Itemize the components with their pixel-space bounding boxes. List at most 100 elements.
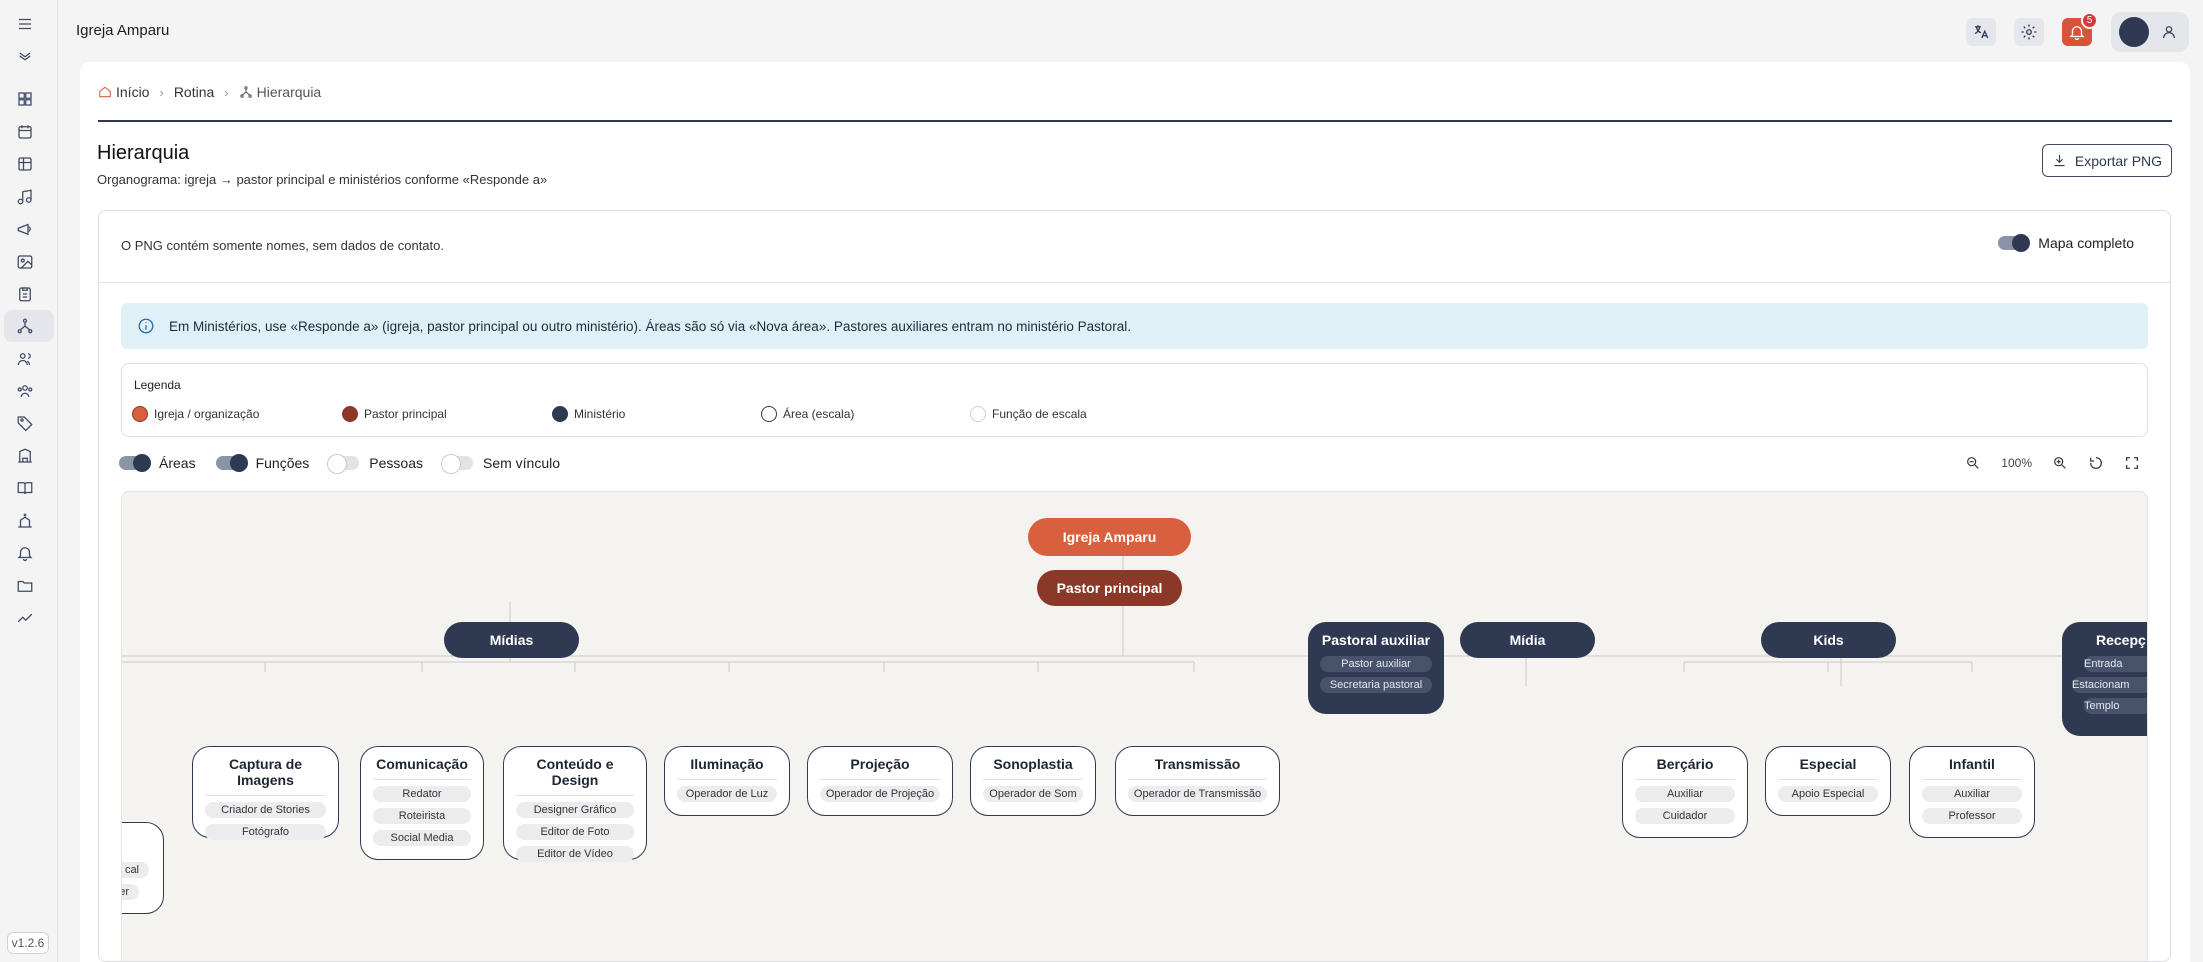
download-icon [2054, 154, 2065, 167]
legend-item-church: Igreja / organização [132, 406, 259, 422]
role-chip: Operador de Luz [677, 786, 777, 802]
hierarchy-icon[interactable] [15, 316, 35, 336]
chevron-right-icon: › [159, 84, 164, 100]
connector-lines [122, 545, 2147, 686]
role-chip: Designer Gráfico [516, 802, 634, 818]
area-node-especial[interactable]: Especial Apoio Especial [1765, 746, 1891, 816]
role-chip: Operador de Transmissão [1128, 786, 1267, 802]
topbar: Igreja Amparu 5 [58, 0, 2203, 62]
calendar-icon[interactable] [15, 122, 35, 142]
legend-item-role: Função de escala [970, 406, 1087, 422]
legend-item-area: Área (escala) [761, 406, 854, 422]
role-chip: Cuidador [1635, 808, 1735, 824]
hierarchy-card: O PNG contém somente nomes, sem dados de… [98, 210, 2171, 962]
notification-count-badge: 5 [2081, 12, 2098, 29]
legend-title: Legenda [134, 378, 181, 392]
page-title: Hierarquia [97, 142, 190, 164]
toggle-switch[interactable] [215, 454, 248, 472]
role-chip: Roteirista [373, 808, 471, 824]
building-icon[interactable] [15, 446, 35, 466]
legend-dot [970, 406, 986, 422]
table-icon[interactable] [15, 154, 35, 174]
legend-dot [552, 406, 568, 422]
area-node-conteudo[interactable]: Conteúdo e Design Designer Gráfico Edito… [503, 746, 647, 862]
home-icon [98, 85, 112, 99]
bell-icon[interactable] [15, 543, 35, 563]
legend: Legenda Igreja / organização Pastor prin… [121, 363, 2148, 437]
role-chip: Professor [1922, 808, 2022, 824]
role-chip: Operador de Som [983, 786, 1083, 802]
tag-icon[interactable] [15, 413, 35, 433]
user-menu[interactable] [2111, 12, 2189, 52]
area-node-captura[interactable]: Captura de Imagens Criador de Stories Fo… [192, 746, 339, 840]
user-icon [2163, 26, 2175, 39]
info-icon [138, 318, 154, 334]
role-chip: cal [122, 862, 149, 878]
area-node-comunicacao[interactable]: Comunicação Redator Roteirista Social Me… [360, 746, 484, 860]
megaphone-icon[interactable] [15, 219, 35, 239]
org-chart-canvas[interactable]: Igreja Amparu Pastor principal Mídias Pa… [121, 491, 2148, 961]
fullscreen-icon[interactable] [2124, 455, 2140, 471]
toggle-switch[interactable] [327, 454, 360, 474]
area-node-bercario[interactable]: Berçário Auxiliar Cuidador [1622, 746, 1748, 838]
image-icon[interactable] [15, 252, 35, 272]
church-icon[interactable] [15, 511, 35, 531]
role-chip: Templo [2084, 698, 2147, 714]
filter-areas[interactable]: Áreas [119, 454, 196, 472]
filters: Áreas Funções Pessoas Sem vínculo [119, 454, 580, 474]
zoom-controls: 100% [1965, 455, 2140, 471]
dashboard-icon[interactable] [15, 89, 35, 109]
ministry-node-pastoral[interactable]: Pastoral auxiliar Pastor auxiliar Secret… [1308, 622, 1444, 714]
folder-icon[interactable] [15, 576, 35, 596]
area-node-projecao[interactable]: Projeção Operador de Projeção [807, 746, 953, 816]
area-node-partial[interactable]: cal der [122, 822, 164, 914]
book-icon[interactable] [15, 478, 35, 498]
role-chip: Criador de Stories [205, 802, 326, 818]
breadcrumb-rotina[interactable]: Rotina [174, 84, 214, 100]
translate-button[interactable] [1966, 18, 1996, 46]
role-chip: Operador de Projeção [820, 786, 940, 802]
clipboard-icon[interactable] [15, 284, 35, 304]
export-png-button[interactable]: Exportar PNG [2042, 144, 2172, 177]
legend-dot [342, 406, 358, 422]
settings-button[interactable] [2014, 18, 2044, 46]
zoom-in-icon[interactable] [2052, 455, 2068, 471]
menu-icon[interactable] [15, 14, 35, 34]
org-node-pastor[interactable]: Pastor principal [1037, 570, 1182, 606]
area-node-iluminacao[interactable]: Iluminação Operador de Luz [664, 746, 790, 816]
ministry-node-recepcao[interactable]: Recepç Entrada Estacionam Templo [2062, 622, 2147, 736]
role-chip: Redator [373, 786, 471, 802]
filter-roles[interactable]: Funções [215, 454, 309, 472]
reset-icon[interactable] [2088, 455, 2104, 471]
filter-people[interactable]: Pessoas [327, 454, 423, 474]
ministry-node-midia[interactable]: Mídia [1460, 622, 1595, 658]
breadcrumb-current: Hierarquia [239, 84, 321, 100]
role-chip: Auxiliar [1635, 786, 1735, 802]
toggle-switch[interactable] [1998, 234, 2031, 252]
ministry-node-kids[interactable]: Kids [1761, 622, 1896, 658]
full-map-toggle[interactable]: Mapa completo [1998, 234, 2134, 252]
area-node-infantil[interactable]: Infantil Auxiliar Professor [1909, 746, 2035, 838]
zoom-out-icon[interactable] [1965, 455, 1981, 471]
area-node-transmissao[interactable]: Transmissão Operador de Transmissão [1115, 746, 1280, 816]
toggle-switch[interactable] [119, 454, 151, 472]
users-icon[interactable] [15, 349, 35, 369]
chart-icon[interactable] [15, 608, 35, 628]
version-badge: v1.2.6 [7, 932, 49, 954]
main-panel: Início › Rotina › Hierarquia Hierarquia … [80, 62, 2190, 962]
role-chip: Social Media [373, 830, 471, 846]
music-icon[interactable] [15, 187, 35, 207]
role-chip: Fotógrafo [205, 824, 326, 840]
logo-icon[interactable] [15, 46, 35, 66]
filter-unlinked[interactable]: Sem vínculo [440, 454, 560, 474]
role-chip: der [122, 884, 139, 900]
team-icon[interactable] [15, 381, 35, 401]
ministry-node-midias[interactable]: Mídias [444, 622, 579, 658]
org-node-root[interactable]: Igreja Amparu [1028, 518, 1191, 556]
toggle-switch[interactable] [440, 454, 473, 474]
breadcrumb-home[interactable]: Início [98, 84, 149, 100]
legend-dot [132, 406, 148, 422]
role-chip: Entrada [2084, 656, 2147, 672]
notifications-button[interactable]: 5 [2062, 12, 2098, 46]
area-node-sonoplastia[interactable]: Sonoplastia Operador de Som [970, 746, 1096, 816]
